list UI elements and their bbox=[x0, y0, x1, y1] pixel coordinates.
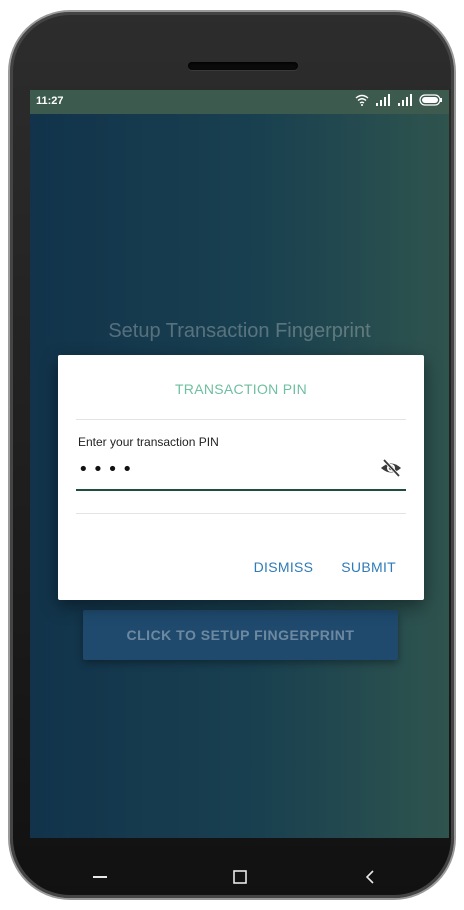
status-bar: 11:27 bbox=[30, 90, 449, 114]
battery-icon bbox=[419, 94, 443, 106]
home-icon[interactable] bbox=[210, 838, 270, 896]
submit-button[interactable]: SUBMIT bbox=[341, 559, 396, 575]
dismiss-button[interactable]: DISMISS bbox=[254, 559, 314, 575]
pin-input[interactable] bbox=[78, 455, 378, 483]
earpiece-speaker bbox=[188, 62, 298, 70]
signal-icon bbox=[397, 94, 413, 106]
signal-icon bbox=[375, 94, 391, 106]
back-icon[interactable] bbox=[340, 838, 400, 896]
wifi-icon bbox=[355, 94, 369, 106]
dialog-title: TRANSACTION PIN bbox=[174, 381, 308, 397]
setup-fingerprint-button[interactable]: CLICK TO SETUP FINGERPRINT bbox=[83, 610, 398, 660]
divider bbox=[76, 419, 406, 420]
eye-off-icon[interactable] bbox=[380, 457, 402, 479]
transaction-pin-dialog: TRANSACTION PIN Enter your transaction P… bbox=[58, 355, 424, 600]
app-screen: 11:27 Setup Transaction Fingerprint CLIC… bbox=[30, 90, 449, 838]
pin-field-label: Enter your transaction PIN bbox=[78, 435, 219, 449]
dialog-actions: DISMISS SUBMIT bbox=[254, 559, 396, 575]
pin-input-underline bbox=[76, 489, 406, 491]
status-icons bbox=[355, 94, 443, 106]
navigation-bar bbox=[30, 838, 449, 896]
divider bbox=[76, 513, 406, 514]
status-time: 11:27 bbox=[36, 95, 64, 107]
menu-icon[interactable] bbox=[70, 838, 130, 896]
